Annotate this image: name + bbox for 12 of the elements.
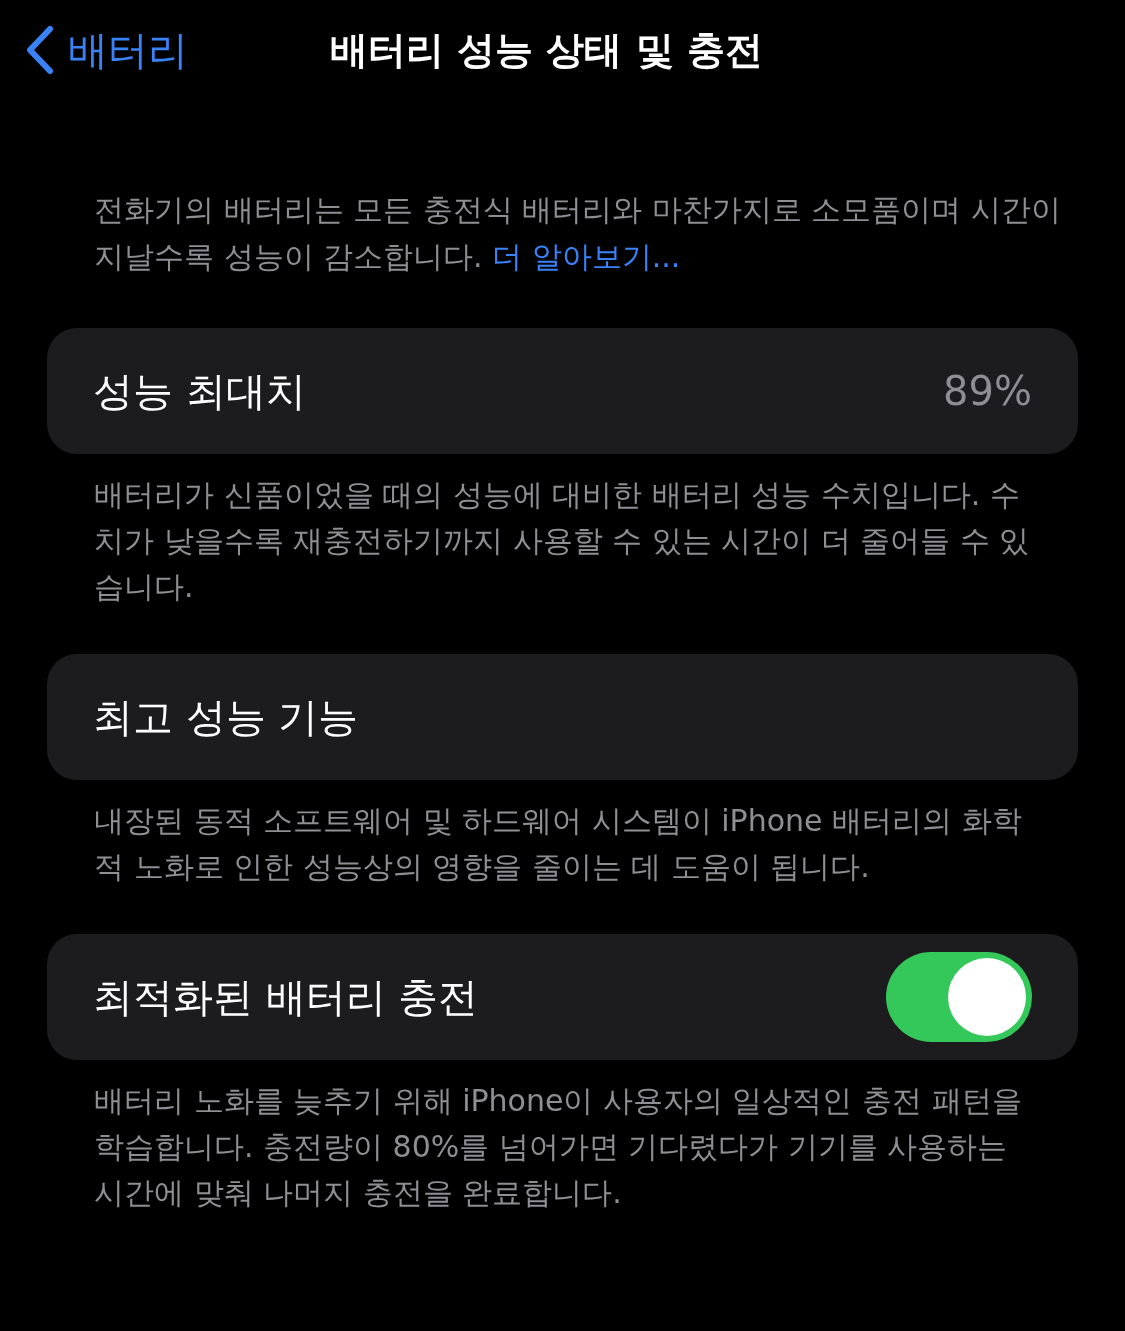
back-button[interactable]: 배터리 [24,20,188,80]
row-label: 최고 성능 기능 [93,693,359,742]
intro-text: 전화기의 배터리는 모든 충전식 배터리와 마찬가지로 소모품이며 시간이 지날수록 성능이 감소합니다. 더 알아보기... [93,191,1062,276]
learn-more-link[interactable]: 더 알아보기... [492,239,681,274]
row-label: 최적화된 배터리 충전 [93,973,479,1022]
footnote-text: 내장된 동적 소프트웨어 및 하드웨어 시스템이 iPhone 배터리의 화학적 노화로 인한 성능상의 영향을 줄이는 데 도움이 됩니다. [93,802,1023,886]
page-title: 배터리 성능 상태 및 충전 [330,27,763,74]
row-value: 89% [943,367,1032,416]
footnote-text: 배터리 노화를 늦추기 위해 iPhone이 사용자의 일상적인 충전 패턴을 학습합니다. 충전량이 80%를 넘어가면 기다렸다가 기기를 사용하는 시간에 맞춰 나머지 충전을 완료합니다. [93,1082,1023,1212]
row-label: 성능 최대치 [93,367,306,416]
footnote-text: 배터리가 신품이었을 때의 성능에 대비한 배터리 성능 수치입니다. 수치가 낮을수록 재충전하기까지 사용할 수 있는 시간이 더 줄어들 수 있습니다. [93,476,1031,606]
chevron-left-icon [24,25,54,75]
